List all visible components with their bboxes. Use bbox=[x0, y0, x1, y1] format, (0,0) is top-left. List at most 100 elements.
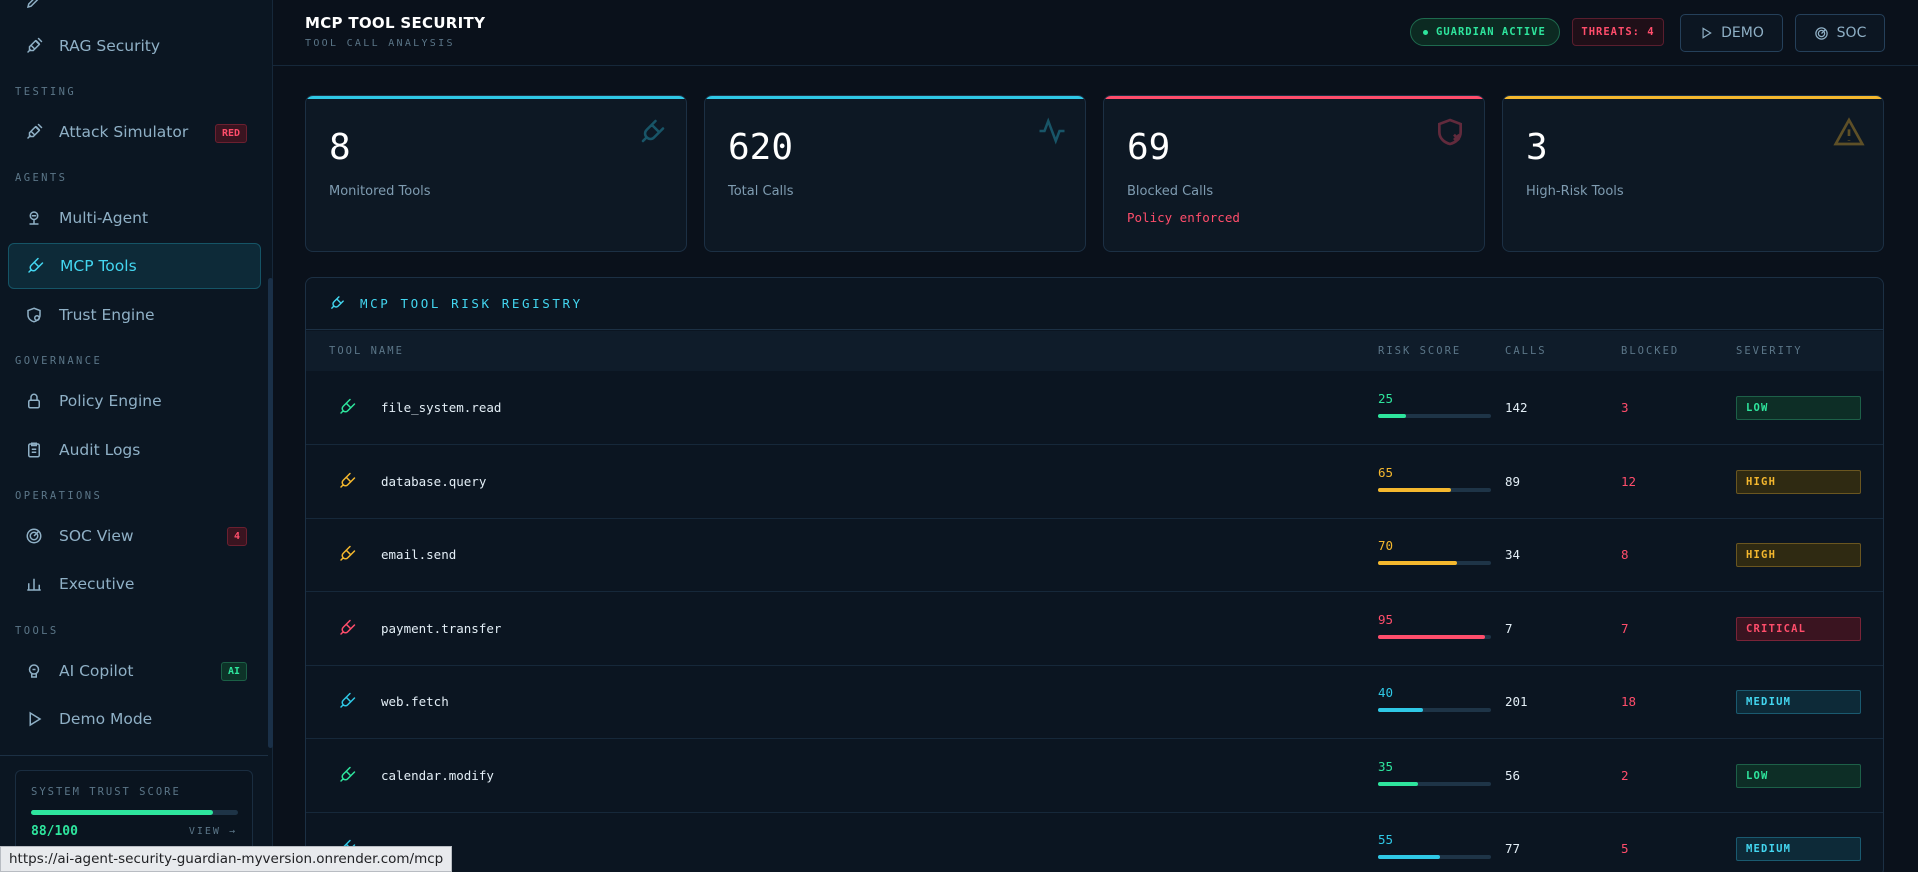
sidebar-item-label: Trust Engine bbox=[59, 306, 155, 324]
sidebar-item-soc-view[interactable]: SOC View 4 bbox=[8, 513, 261, 559]
sidebar-item-policy-engine[interactable]: Policy Engine bbox=[8, 378, 261, 424]
sidebar-item-ai-copilot[interactable]: AI Copilot AI bbox=[8, 648, 261, 694]
sidebar-item-executive[interactable]: Executive bbox=[8, 561, 261, 607]
sidebar-item-attack-simulator[interactable]: Attack Simulator RED bbox=[8, 109, 261, 155]
table-row[interactable]: file_system.read 25 142 3 LOW bbox=[306, 372, 1883, 445]
shield-x-icon bbox=[1434, 116, 1466, 152]
col-tool-name[interactable]: TOOL NAME bbox=[329, 345, 404, 357]
sidebar-item-partial[interactable] bbox=[8, 0, 261, 24]
network-icon bbox=[24, 208, 44, 228]
blocked-count: 3 bbox=[1621, 400, 1629, 415]
sidebar-scrollbar[interactable] bbox=[268, 278, 273, 748]
risk-bar bbox=[1378, 708, 1491, 712]
risk-bar bbox=[1378, 855, 1491, 859]
table-row[interactable]: web.fetch 40 201 18 MEDIUM bbox=[306, 666, 1883, 739]
sidebar-item-demo-mode[interactable]: Demo Mode bbox=[8, 696, 261, 742]
table-row[interactable]: calendar.modify 35 56 2 LOW bbox=[306, 740, 1883, 813]
table-row[interactable]: email.send 70 34 8 HIGH bbox=[306, 519, 1883, 592]
tool-name: email.send bbox=[381, 547, 457, 562]
table-row[interactable]: 55 77 5 MEDIUM bbox=[306, 813, 1883, 872]
stat-label: Blocked Calls bbox=[1127, 184, 1214, 199]
stat-label: High-Risk Tools bbox=[1526, 184, 1624, 199]
demo-button[interactable]: DEMO bbox=[1680, 14, 1783, 52]
page-subtitle: TOOL CALL ANALYSIS bbox=[305, 38, 455, 49]
sidebar-item-label: Demo Mode bbox=[59, 710, 153, 728]
risk-bar-fill bbox=[1378, 487, 1452, 492]
card-accent-line bbox=[1503, 96, 1883, 99]
col-blocked[interactable]: BLOCKED bbox=[1621, 345, 1679, 357]
blocked-count: 8 bbox=[1621, 547, 1629, 562]
table-header: TOOL NAME RISK SCORE CALLS BLOCKED SEVER… bbox=[306, 331, 1883, 371]
risk-bar bbox=[1378, 781, 1491, 786]
soc-button[interactable]: SOC bbox=[1795, 14, 1885, 52]
severity-badge: LOW bbox=[1736, 396, 1861, 420]
tool-name: web.fetch bbox=[381, 694, 449, 709]
plug-icon bbox=[338, 398, 356, 420]
col-risk-score[interactable]: RISK SCORE bbox=[1378, 345, 1461, 357]
table-row[interactable]: payment.transfer 95 7 7 CRITICAL bbox=[306, 593, 1883, 666]
registry-title: MCP TOOL RISK REGISTRY bbox=[360, 296, 583, 311]
risk-bar-fill bbox=[1378, 561, 1458, 565]
section-testing: TESTING bbox=[15, 86, 77, 98]
shield-star-icon bbox=[24, 305, 44, 325]
sidebar-item-label: RAG Security bbox=[59, 37, 161, 55]
attack-badge: RED bbox=[214, 124, 247, 143]
sidebar-item-label: AI Copilot bbox=[59, 662, 134, 680]
section-agents: AGENTS bbox=[15, 172, 68, 184]
plug-icon bbox=[338, 766, 356, 788]
stat-card-total-calls: 620 Total Calls bbox=[704, 95, 1086, 252]
sidebar-item-label: Audit Logs bbox=[59, 441, 141, 459]
page-title: MCP TOOL SECURITY bbox=[305, 14, 486, 32]
trust-view-link[interactable]: VIEW → bbox=[189, 826, 237, 837]
sidebar-item-mcp-tools[interactable]: MCP Tools bbox=[8, 243, 261, 289]
risk-bar-fill bbox=[1378, 634, 1486, 639]
call-count: 34 bbox=[1505, 547, 1521, 562]
blocked-count: 18 bbox=[1621, 694, 1637, 709]
risk-bar bbox=[1378, 487, 1491, 492]
threats-badge[interactable]: THREATS: 4 bbox=[1572, 18, 1664, 46]
sidebar-item-trust-engine[interactable]: Trust Engine bbox=[8, 292, 261, 338]
severity-badge: MEDIUM bbox=[1736, 837, 1861, 861]
card-accent-line bbox=[705, 96, 1085, 99]
stat-label: Total Calls bbox=[728, 184, 794, 199]
soc-button-label: SOC bbox=[1836, 25, 1867, 41]
risk-score: 65 bbox=[1378, 464, 1394, 480]
pen-icon bbox=[24, 0, 44, 11]
call-count: 89 bbox=[1505, 473, 1521, 489]
sidebar-item-audit-logs[interactable]: Audit Logs bbox=[8, 427, 261, 473]
risk-bar-fill bbox=[1378, 708, 1424, 712]
trust-progress-fill bbox=[31, 810, 214, 815]
col-calls[interactable]: CALLS bbox=[1505, 345, 1547, 357]
col-severity[interactable]: SEVERITY bbox=[1736, 345, 1803, 357]
call-count: 56 bbox=[1505, 767, 1521, 783]
risk-score: 95 bbox=[1378, 611, 1394, 627]
radar-icon bbox=[1814, 26, 1829, 41]
tool-name: file_system.read bbox=[381, 400, 502, 415]
sidebar-item-multi-agent[interactable]: Multi-Agent bbox=[8, 195, 261, 241]
status-bar-url: https://ai-agent-security-guardian-myver… bbox=[0, 846, 453, 872]
sidebar-item-label: Multi-Agent bbox=[59, 209, 149, 227]
table-row[interactable]: database.query 65 89 12 HIGH bbox=[306, 446, 1883, 519]
trust-label: SYSTEM TRUST SCORE bbox=[31, 786, 181, 798]
play-icon bbox=[24, 709, 44, 729]
risk-score: 55 bbox=[1378, 832, 1394, 847]
stat-value: 620 bbox=[728, 127, 794, 168]
risk-score: 40 bbox=[1378, 685, 1394, 700]
severity-badge: HIGH bbox=[1736, 543, 1861, 567]
risk-bar bbox=[1378, 561, 1491, 565]
plug-icon bbox=[25, 256, 45, 276]
stat-card-blocked-calls: 69 Blocked Calls Policy enforced bbox=[1103, 95, 1485, 252]
sidebar-item-label: Attack Simulator bbox=[59, 123, 189, 141]
section-governance: GOVERNANCE bbox=[15, 355, 103, 367]
severity-badge: MEDIUM bbox=[1736, 690, 1861, 714]
trust-score: 88/100 bbox=[31, 824, 78, 839]
risk-bar-fill bbox=[1378, 414, 1407, 418]
call-count: 77 bbox=[1505, 841, 1521, 856]
sidebar: RAG Security TESTING Attack Simulator RE… bbox=[0, 0, 273, 872]
severity-badge: CRITICAL bbox=[1736, 616, 1861, 641]
sidebar-item-rag-security[interactable]: RAG Security bbox=[8, 23, 261, 69]
soc-badge: 4 bbox=[226, 527, 247, 546]
stat-card-high-risk-tools: 3 High-Risk Tools bbox=[1502, 95, 1884, 252]
guardian-status-text: GUARDIAN ACTIVE bbox=[1436, 26, 1546, 38]
risk-bar-fill bbox=[1378, 781, 1418, 786]
